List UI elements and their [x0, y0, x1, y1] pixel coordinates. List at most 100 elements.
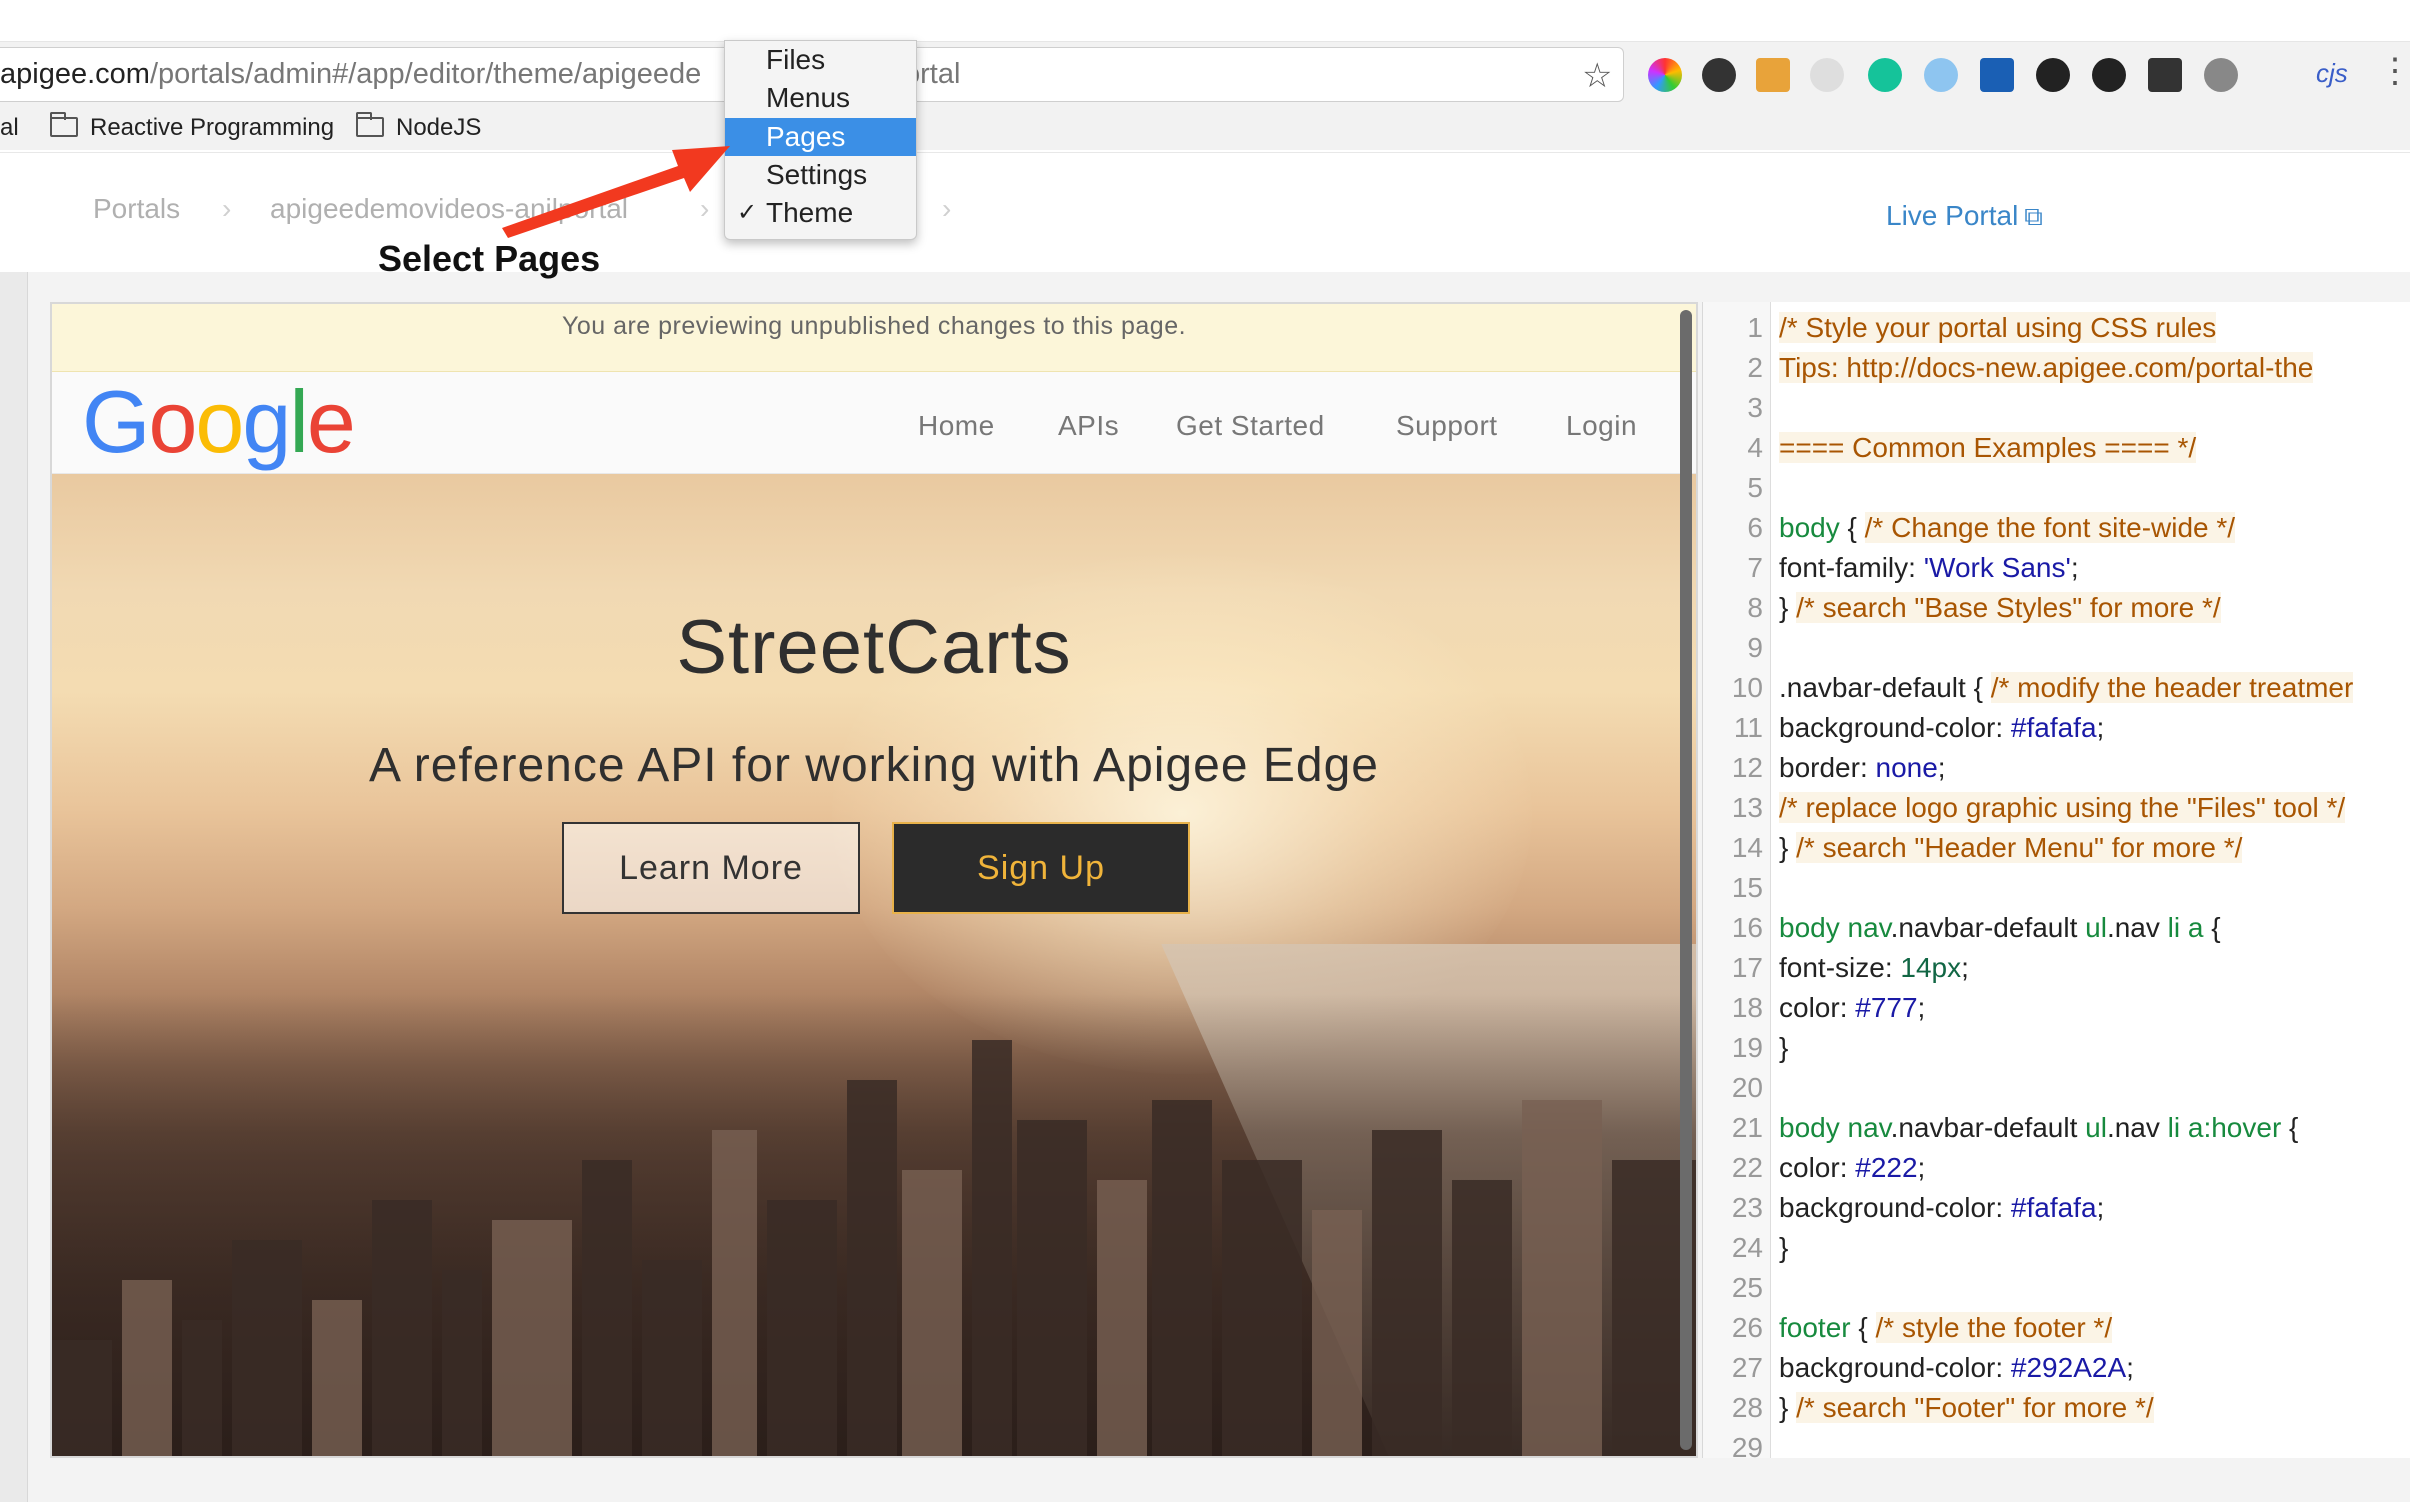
code-line[interactable]: 2 Tips: http://docs-new.apigee.com/porta…	[1703, 348, 2410, 388]
skyline-building	[847, 1080, 897, 1456]
left-sidebar-edge	[0, 272, 28, 1502]
nav-support[interactable]: Support	[1396, 410, 1498, 442]
code-token: /* search "Base Styles" for more */	[1796, 592, 2221, 623]
code-token: #777	[1855, 992, 1918, 1023]
analytics-icon[interactable]	[1980, 58, 2014, 92]
dropdown-item-settings[interactable]: Settings	[725, 156, 916, 194]
skyline-building	[312, 1300, 362, 1456]
code-token: /* Change the font site-wide */	[1864, 512, 2236, 543]
code-text: } /* search "Base Styles" for more */	[1779, 588, 2221, 628]
code-line[interactable]: 12 border: none;	[1703, 748, 2410, 788]
grammarly-icon[interactable]	[1868, 58, 1902, 92]
code-line[interactable]: 16 body nav.navbar-default ul.nav li a {	[1703, 908, 2410, 948]
code-line[interactable]: 18 color: #777;	[1703, 988, 2410, 1028]
code-line[interactable]: 22 color: #222;	[1703, 1148, 2410, 1188]
code-token: .navbar-default {	[1779, 672, 1991, 703]
dropdown-item-files[interactable]: Files	[725, 41, 916, 79]
sign-up-button[interactable]: Sign Up	[892, 822, 1190, 914]
code-line[interactable]: 9	[1703, 628, 2410, 668]
code-line[interactable]: 7 font-family: 'Work Sans';	[1703, 548, 2410, 588]
code-line[interactable]: 25	[1703, 1268, 2410, 1308]
line-number: 20	[1731, 1072, 1763, 1103]
storybook-icon[interactable]	[2092, 58, 2126, 92]
code-line[interactable]: 4 ==== Common Examples ==== */	[1703, 428, 2410, 468]
dropdown-item-label: Theme	[766, 197, 854, 228]
skyline-building	[122, 1280, 172, 1456]
color-wheel-icon[interactable]	[1648, 58, 1682, 92]
code-line[interactable]: 10 .navbar-default { /* modify the header…	[1703, 668, 2410, 708]
code-token: }	[1779, 832, 1797, 863]
code-text: font-family: 'Work Sans';	[1779, 548, 2079, 588]
learn-more-button[interactable]: Learn More	[562, 822, 860, 914]
code-text: color: #222;	[1779, 1148, 1925, 1188]
nav-apis[interactable]: APIs	[1058, 410, 1119, 442]
code-line[interactable]: 20	[1703, 1068, 2410, 1108]
nav-home[interactable]: Home	[918, 410, 995, 442]
code-line[interactable]: 19}	[1703, 1028, 2410, 1068]
code-text: background-color: #fafafa;	[1779, 708, 2104, 748]
google-logo[interactable]: Google	[82, 378, 356, 466]
colorpick-eyedropper-icon[interactable]	[1702, 58, 1736, 92]
portal-navbar: Google Home APIs Get Started Support Log…	[52, 372, 1696, 474]
code-line[interactable]: 8} /* search "Base Styles" for more */	[1703, 588, 2410, 628]
code-line[interactable]: 17 font-size: 14px;	[1703, 948, 2410, 988]
annotation-arrow-icon	[502, 146, 730, 238]
code-line[interactable]: 27 background-color: #292A2A;	[1703, 1348, 2410, 1388]
nav-login[interactable]: Login	[1566, 410, 1637, 442]
code-line[interactable]: 13 /* replace logo graphic using the "Fil…	[1703, 788, 2410, 828]
bookmark-folder-nodejs[interactable]: NodeJS	[356, 112, 481, 142]
code-text: }	[1779, 1028, 1788, 1068]
nav-get-started[interactable]: Get Started	[1176, 410, 1325, 442]
code-line[interactable]: 28} /* search "Footer" for more */	[1703, 1388, 2410, 1428]
url-text[interactable]: apigee.com/portals/admin#/app/editor/the…	[0, 58, 701, 91]
dropdown-item-theme[interactable]: ✓ Theme	[725, 194, 916, 232]
code-line[interactable]: 1 /* Style your portal using CSS rules	[1703, 308, 2410, 348]
dropdown-item-label: Files	[766, 44, 826, 75]
code-token: color:	[1779, 992, 1856, 1023]
code-token: body	[1779, 512, 1840, 543]
dropdown-item-pages[interactable]: Pages	[725, 118, 916, 156]
breadcrumb-portals[interactable]: Portals	[93, 193, 180, 225]
code-token: ;	[2096, 712, 2105, 743]
code-line[interactable]: 21 body nav.navbar-default ul.nav li a:ho…	[1703, 1108, 2410, 1148]
hero-city-skyline	[52, 994, 1696, 1456]
skyline-building	[902, 1170, 962, 1456]
cjs-extension-icon[interactable]: cjs	[2316, 58, 2348, 89]
code-token: body	[1779, 912, 1840, 943]
snowflake-icon[interactable]	[1924, 58, 1958, 92]
code-text: body { /* Change the font site-wide */	[1779, 508, 2236, 548]
code-line[interactable]: 11 background-color: #fafafa;	[1703, 708, 2410, 748]
film-icon[interactable]	[2148, 58, 2182, 92]
code-line[interactable]: 3	[1703, 388, 2410, 428]
code-line[interactable]: 5	[1703, 468, 2410, 508]
line-number: 10	[1731, 672, 1763, 703]
code-line[interactable]: 29	[1703, 1428, 2410, 1458]
bookmark-folder-reactive[interactable]: Reactive Programming	[50, 112, 334, 142]
url-path: /portals/admin#/app/editor/theme/apigeed…	[149, 58, 702, 90]
browser-menu-icon[interactable]: ⋮	[2378, 54, 2410, 88]
bookmark-star-icon[interactable]: ☆	[1582, 56, 1612, 96]
editor-section-dropdown[interactable]: Files Menus Pages Settings ✓ Theme	[724, 40, 917, 240]
skyline-building	[1152, 1100, 1212, 1456]
code-line[interactable]: 23 background-color: #fafafa;	[1703, 1188, 2410, 1228]
preview-scrollbar[interactable]	[1680, 310, 1692, 1450]
code-token: 14px	[1900, 952, 1962, 983]
code-line[interactable]: 15	[1703, 868, 2410, 908]
dropdown-item-menus[interactable]: Menus	[725, 79, 916, 117]
code-token: .navbar-default	[1890, 912, 2086, 943]
cursor-icon[interactable]	[2204, 58, 2238, 92]
code-line[interactable]: 6 body { /* Change the font site-wide */	[1703, 508, 2410, 548]
lighthouse-icon[interactable]	[1756, 58, 1790, 92]
code-line[interactable]: 24}	[1703, 1228, 2410, 1268]
json-viewer-icon[interactable]	[1810, 58, 1844, 92]
skyline-building	[1312, 1210, 1362, 1456]
code-token: ;	[2070, 552, 2079, 583]
code-token: #fafafa	[2010, 712, 2097, 743]
css-code-editor[interactable]: 1 /* Style your portal using CSS rules 2 T…	[1702, 302, 2410, 1458]
url-host: apigee.com	[0, 58, 150, 90]
code-line[interactable]: 14} /* search "Header Menu" for more */	[1703, 828, 2410, 868]
live-portal-link[interactable]: Live Portal ⧉	[1886, 200, 2043, 233]
bookmark-item[interactable]: al	[0, 114, 19, 142]
gif-icon[interactable]	[2036, 58, 2070, 92]
code-line[interactable]: 26 footer { /* style the footer */	[1703, 1308, 2410, 1348]
